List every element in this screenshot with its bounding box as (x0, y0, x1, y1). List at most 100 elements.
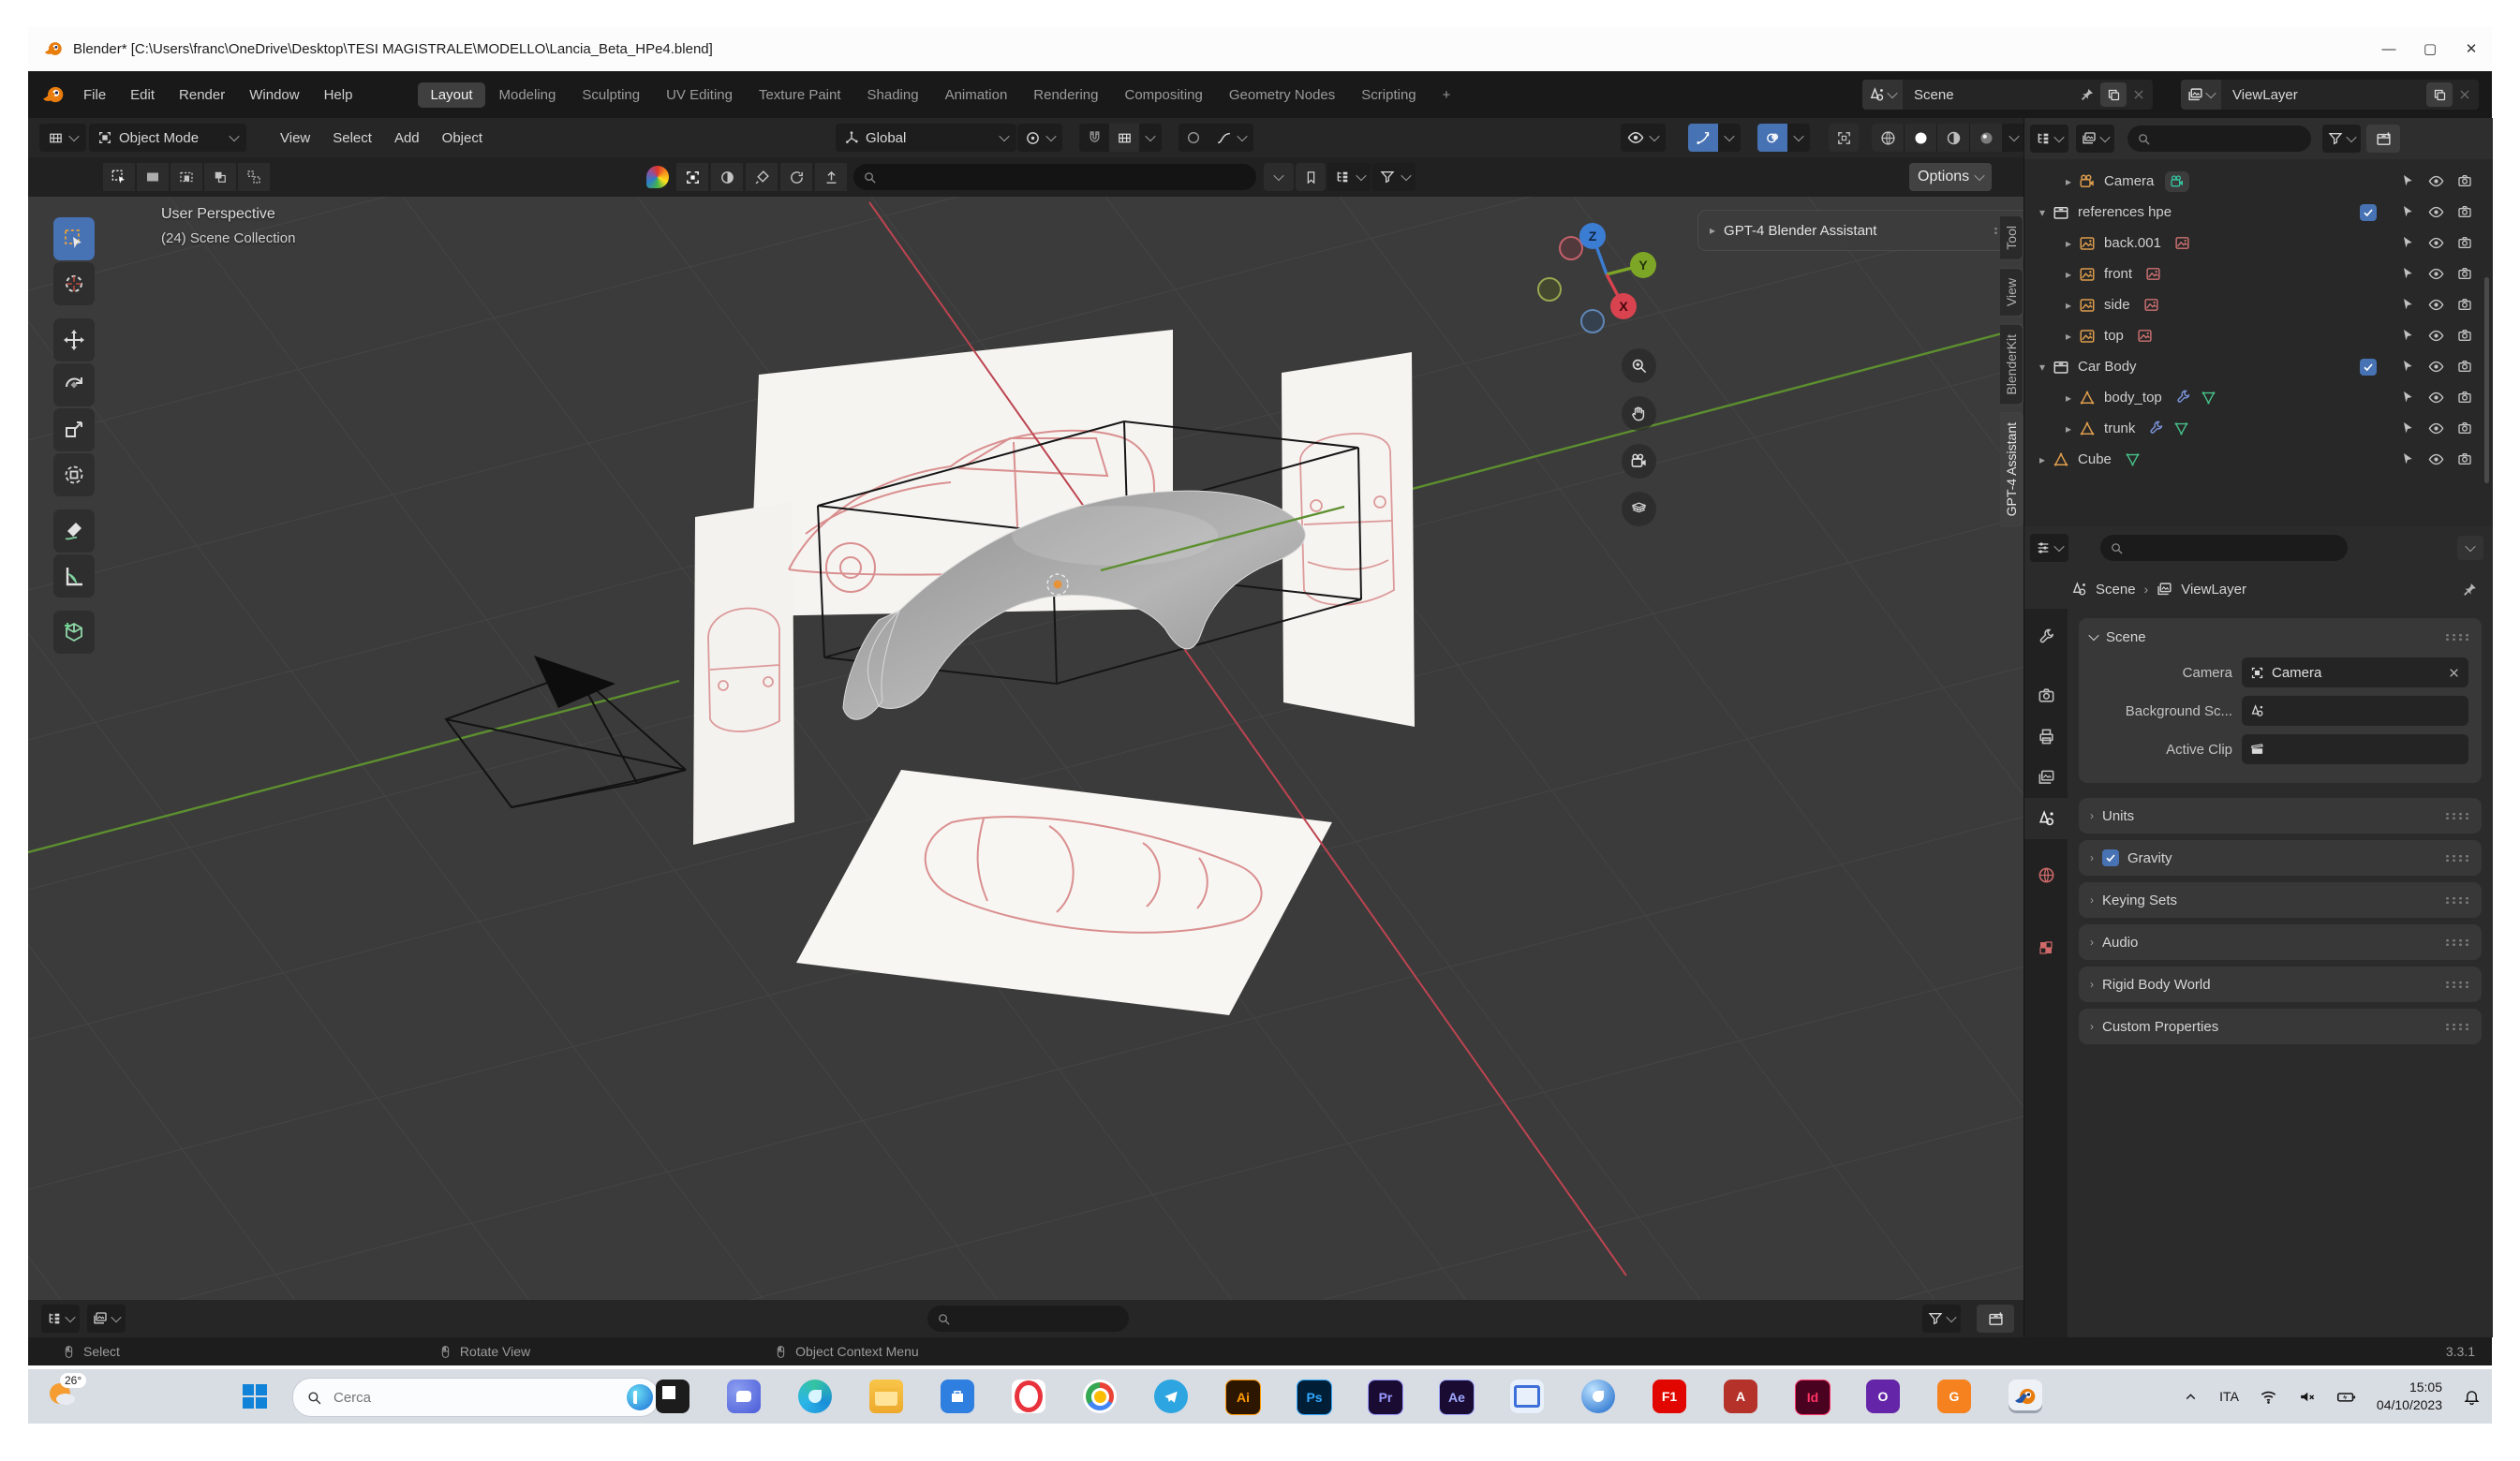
tool-add-cube[interactable] (53, 611, 95, 654)
tab-texture[interactable] (2024, 927, 2068, 968)
tab-world[interactable] (2024, 854, 2068, 895)
object-name[interactable]: Camera (2104, 173, 2154, 189)
menu-help[interactable]: Help (312, 71, 365, 118)
workspace-tab-layout[interactable]: Layout (418, 82, 484, 108)
camera-data-icon[interactable] (2165, 171, 2189, 192)
menu-window[interactable]: Window (237, 71, 311, 118)
tab-view-layer[interactable] (2024, 757, 2068, 798)
breadcrumb-scene[interactable]: Scene (2096, 582, 2136, 598)
selectable-icon[interactable] (2400, 359, 2415, 374)
menu-file[interactable]: File (71, 71, 118, 118)
asset-hierarchy-icon[interactable] (1327, 163, 1357, 191)
tool-scale[interactable] (53, 408, 95, 451)
proportional-editing-icon[interactable] (1178, 124, 1208, 152)
bottom-filter-button[interactable] (1922, 1305, 1961, 1333)
render-visibility-icon[interactable] (2457, 421, 2472, 435)
selectable-icon[interactable] (2400, 390, 2415, 405)
select-mode-lasso-icon[interactable] (204, 163, 236, 191)
tool-measure[interactable] (53, 554, 95, 598)
snap-target-icon[interactable] (1109, 124, 1139, 152)
render-visibility-icon[interactable] (2457, 297, 2472, 312)
selectable-icon[interactable] (2400, 204, 2415, 219)
render-visibility-icon[interactable] (2457, 204, 2472, 219)
bookmark-icon[interactable] (1296, 163, 1326, 191)
outliner-editor-type-button[interactable] (2030, 125, 2068, 153)
new-collection-button[interactable] (1977, 1305, 2014, 1333)
magnet-icon[interactable] (1079, 124, 1109, 152)
tool-rotate[interactable] (53, 363, 95, 406)
overlays-toggle-group[interactable] (1757, 124, 1810, 152)
hide-eye-icon[interactable] (2428, 204, 2444, 220)
outliner-search[interactable] (2127, 125, 2311, 152)
workspace-tab-scripting[interactable]: Scripting (1349, 82, 1428, 108)
object-name[interactable]: body_top (2104, 390, 2162, 406)
outliner-row-camera[interactable]: ▸ Camera (2024, 166, 2493, 197)
close-button[interactable]: ✕ (2451, 27, 2492, 70)
select-mode-circle-icon[interactable] (170, 163, 202, 191)
breadcrumb-viewlayer[interactable]: ViewLayer (2181, 582, 2246, 598)
start-button[interactable] (240, 1381, 270, 1411)
properties-editor-type-button[interactable] (2030, 534, 2068, 562)
blenderkit-search-input[interactable] (882, 169, 1247, 185)
tab-output[interactable] (2024, 716, 2068, 757)
panel-audio[interactable]: ›Audio (2079, 924, 2482, 960)
outliner-search-input[interactable] (2157, 130, 2302, 147)
selectable-icon[interactable] (2400, 235, 2415, 250)
modifier-wrench-icon[interactable] (2148, 421, 2164, 436)
outliner-row-front[interactable]: ▸ front (2024, 258, 2493, 289)
taskbar-app-photoshop[interactable]: Ps (1297, 1380, 1332, 1415)
pivot-point-dropdown[interactable] (1017, 124, 1062, 152)
taskbar-app-microsoft-store[interactable] (941, 1380, 974, 1413)
clear-x-icon[interactable] (2448, 667, 2460, 679)
viewlayer-browse-button[interactable] (2181, 80, 2221, 110)
gizmos-toggle-group[interactable] (1688, 124, 1741, 152)
panel-units[interactable]: ›Units (2079, 798, 2482, 834)
taskbar-app-dark-window[interactable] (656, 1380, 689, 1413)
selectable-icon[interactable] (2400, 297, 2415, 312)
taskbar-app-chat[interactable] (727, 1380, 761, 1413)
selectable-icon[interactable] (2400, 328, 2415, 343)
outliner-row-cube[interactable]: ▸ Cube (2024, 444, 2493, 475)
filter-icon[interactable] (1372, 163, 1402, 191)
outliner-display-mode-button[interactable] (2076, 125, 2114, 153)
workspace-tab-rendering[interactable]: Rendering (1021, 82, 1110, 108)
camera-view-button[interactable] (1622, 444, 1656, 479)
tab-render[interactable] (2024, 674, 2068, 716)
modifier-wrench-icon[interactable] (2175, 390, 2191, 406)
taskbar-app-opera[interactable] (1012, 1380, 1045, 1413)
taskbar-app-blender-active[interactable] (2009, 1380, 2042, 1413)
wifi-icon[interactable] (2260, 1388, 2277, 1406)
tab-scene[interactable] (2024, 798, 2068, 839)
menu-select[interactable]: Select (321, 130, 383, 146)
axis-minus-z[interactable] (1581, 310, 1604, 332)
taskbar-app-illustrator[interactable]: Ai (1225, 1380, 1261, 1415)
panel-grip-icon[interactable] (2444, 633, 2470, 642)
menu-render[interactable]: Render (167, 71, 237, 118)
panel-gravity[interactable]: › Gravity (2079, 840, 2482, 876)
axis-minus-x[interactable] (1560, 237, 1582, 259)
blenderkit-brushes-icon[interactable] (746, 163, 778, 191)
render-visibility-icon[interactable] (2457, 390, 2472, 405)
collection-checkbox[interactable] (2360, 359, 2377, 376)
taskbar-search[interactable] (292, 1378, 660, 1417)
render-visibility-icon[interactable] (2457, 235, 2472, 250)
selectable-icon[interactable] (2400, 421, 2415, 435)
hide-eye-icon[interactable] (2428, 359, 2444, 375)
scene-browse-button[interactable] (1862, 80, 1903, 110)
bottom-search[interactable] (927, 1306, 1129, 1332)
taskbar-app-premiere[interactable]: Pr (1368, 1380, 1403, 1415)
menu-add[interactable]: Add (383, 130, 431, 146)
reference-planes[interactable] (693, 330, 1415, 1015)
workspace-tab-animation[interactable]: Animation (933, 82, 1020, 108)
viewport-3d[interactable]: Object Mode View Select Add Object Globa… (28, 118, 2023, 1300)
render-visibility-icon[interactable] (2457, 451, 2472, 466)
taskbar-app-blue-sphere[interactable] (1581, 1380, 1615, 1413)
sidebar-tab-tool[interactable]: Tool (2000, 215, 2023, 260)
outliner-filter-button[interactable] (2322, 125, 2361, 153)
panel-rigid-body-world[interactable]: ›Rigid Body World (2079, 967, 2482, 1002)
tool-transform[interactable] (53, 453, 95, 496)
workspace-tab-shading[interactable]: Shading (855, 82, 931, 108)
tool-select-box[interactable] (53, 217, 95, 260)
minimize-button[interactable]: — (2368, 27, 2409, 70)
blenderkit-materials-icon[interactable] (711, 163, 743, 191)
